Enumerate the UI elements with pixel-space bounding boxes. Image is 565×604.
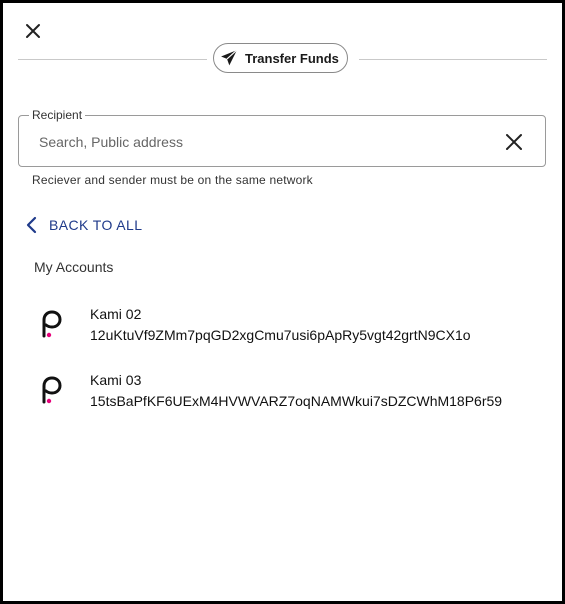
polkadot-icon [42,376,62,404]
paper-plane-icon [221,49,238,66]
account-address: 15tsBaPfKF6UExM4HVWVARZ7oqNAMWkui7sDZCWh… [90,393,503,409]
recipient-label: Recipient [29,108,86,122]
recipient-field[interactable]: Recipient [18,108,546,167]
recipient-search-input[interactable] [39,131,479,153]
account-name: Kami 03 [90,372,142,388]
transfer-funds-title: Transfer Funds [213,43,348,73]
my-accounts-heading: My Accounts [34,259,114,275]
header-divider-right [359,59,547,60]
header-divider-left [18,59,207,60]
transfer-funds-panel: Transfer Funds Recipient Reciever and se… [0,0,565,604]
recipient-helper-text: Reciever and sender must be on the same … [32,173,313,187]
back-to-all-link[interactable]: BACK TO ALL [25,213,142,237]
polkadot-icon [42,310,62,338]
close-icon[interactable] [21,19,45,43]
account-address: 12uKtuVf9ZMm7pqGD2xgCmu7usi6pApRy5vgt42g… [90,327,471,343]
account-name: Kami 02 [90,306,142,322]
back-to-all-label: BACK TO ALL [49,217,143,233]
page-title: Transfer Funds [245,50,339,66]
close-icon[interactable] [505,133,523,151]
chevron-left-icon [26,216,37,234]
account-item-kami-02[interactable]: Kami 02 12uKtuVf9ZMm7pqGD2xgCmu7usi6pApR… [33,301,533,349]
account-item-kami-03[interactable]: Kami 03 15tsBaPfKF6UExM4HVWVARZ7oqNAMWku… [33,367,533,415]
